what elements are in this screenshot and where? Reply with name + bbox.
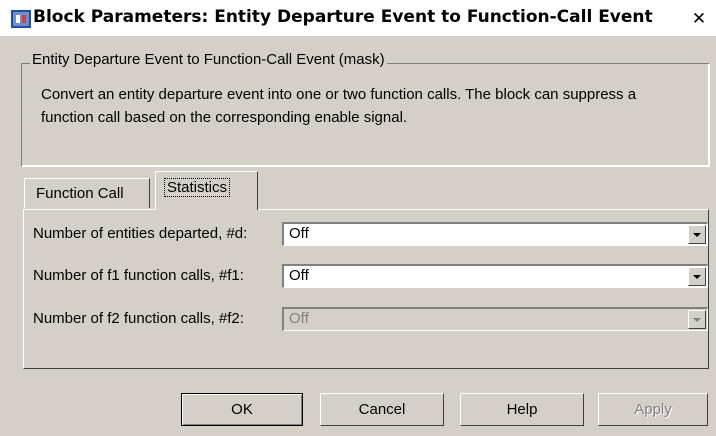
chevron-down-icon[interactable] — [688, 267, 706, 286]
block-parameters-icon — [11, 10, 31, 28]
f2-calls-select: Off — [282, 307, 708, 331]
select-value: Off — [289, 225, 309, 242]
select-value: Off — [289, 310, 309, 327]
param-label-f1-calls: Number of f1 function calls, #f1: — [33, 267, 244, 284]
ok-button[interactable]: OK — [181, 393, 303, 426]
chevron-down-icon[interactable] — [688, 225, 706, 244]
tab-statistics[interactable]: Statistics — [155, 171, 258, 210]
tab-label: Statistics — [163, 178, 231, 197]
close-icon[interactable]: ✕ — [688, 8, 710, 30]
chevron-down-icon — [688, 310, 706, 329]
block-description: Convert an entity departure event into o… — [41, 86, 637, 126]
title-bar: Block Parameters: Entity Departure Event… — [0, 0, 716, 36]
entities-departed-select[interactable]: Off — [282, 222, 708, 246]
help-button[interactable]: Help — [460, 393, 584, 426]
tab-function-call[interactable]: Function Call — [24, 178, 150, 208]
tab-label: Function Call — [36, 185, 124, 202]
param-label-entities-departed: Number of entities departed, #d: — [33, 225, 248, 242]
apply-button: Apply — [598, 393, 708, 426]
select-value: Off — [289, 267, 309, 284]
cancel-button[interactable]: Cancel — [320, 393, 444, 426]
window-title: Block Parameters: Entity Departure Event… — [33, 7, 653, 27]
param-label-f2-calls: Number of f2 function calls, #f2: — [33, 310, 244, 327]
f1-calls-select[interactable]: Off — [282, 264, 708, 288]
groupbox-legend: Entity Departure Event to Function-Call … — [30, 51, 387, 68]
